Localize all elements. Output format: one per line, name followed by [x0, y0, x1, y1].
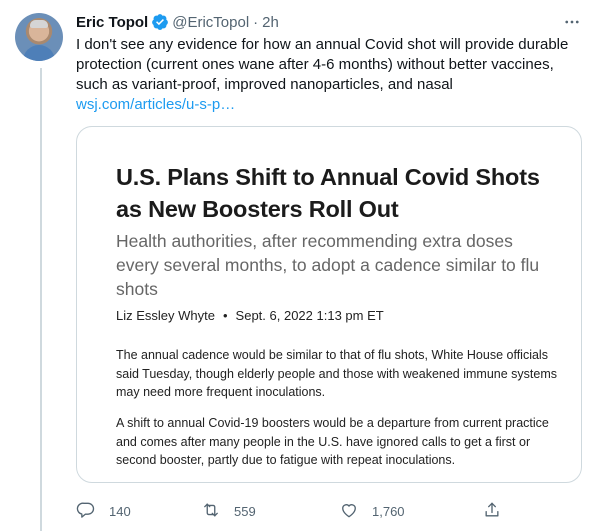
byline-dot: •	[222, 308, 228, 323]
like-count: 1,760	[372, 503, 405, 519]
article-paragraph-1: The annual cadence would be similar to t…	[116, 348, 557, 399]
retweet-button[interactable]: 559	[201, 500, 256, 522]
separator-dot: ·	[253, 13, 259, 31]
share-button[interactable]	[482, 500, 502, 522]
share-icon	[482, 500, 502, 523]
avatar-shirt	[23, 45, 55, 61]
tweet-actions: 140 559 1,760	[76, 500, 506, 522]
tweet[interactable]: Eric Topol @EricTopol · 2h I don't see a…	[0, 0, 598, 531]
reply-button[interactable]: 140	[76, 500, 131, 522]
reply-count: 140	[109, 503, 131, 519]
author-handle[interactable]: @EricTopol	[172, 14, 249, 31]
avatar-hair	[30, 20, 48, 28]
timestamp[interactable]: 2h	[262, 14, 279, 31]
article-author: Liz Essley Whyte	[116, 308, 215, 323]
more-icon[interactable]	[560, 10, 584, 34]
tweet-text: I don't see any evidence for how an annu…	[76, 35, 581, 115]
reply-icon	[76, 500, 96, 523]
thread-line	[40, 68, 42, 531]
tweet-link[interactable]: wsj.com/articles/u-s-p…	[76, 96, 235, 113]
tweet-body: I don't see any evidence for how an annu…	[76, 36, 569, 93]
avatar[interactable]	[15, 13, 63, 61]
article-card[interactable]: U.S. Plans Shift to Annual Covid Shots a…	[76, 126, 582, 483]
heart-icon	[339, 500, 359, 523]
verified-badge-icon	[151, 13, 169, 31]
article-headline: U.S. Plans Shift to Annual Covid Shots a…	[116, 164, 540, 222]
retweet-icon	[201, 500, 221, 523]
article-date: Sept. 6, 2022 1:13 pm ET	[235, 308, 384, 323]
article-paragraph-2: A shift to annual Covid-19 boosters woul…	[116, 416, 549, 467]
article-byline: Liz Essley Whyte • Sept. 6, 2022 1:13 pm E…	[116, 308, 384, 323]
article-dek: Health authorities, after recommending e…	[116, 231, 540, 299]
author-name[interactable]: Eric Topol	[76, 14, 148, 31]
tweet-header: Eric Topol @EricTopol · 2h	[76, 11, 279, 33]
retweet-count: 559	[234, 503, 256, 519]
like-button[interactable]: 1,760	[339, 500, 405, 522]
